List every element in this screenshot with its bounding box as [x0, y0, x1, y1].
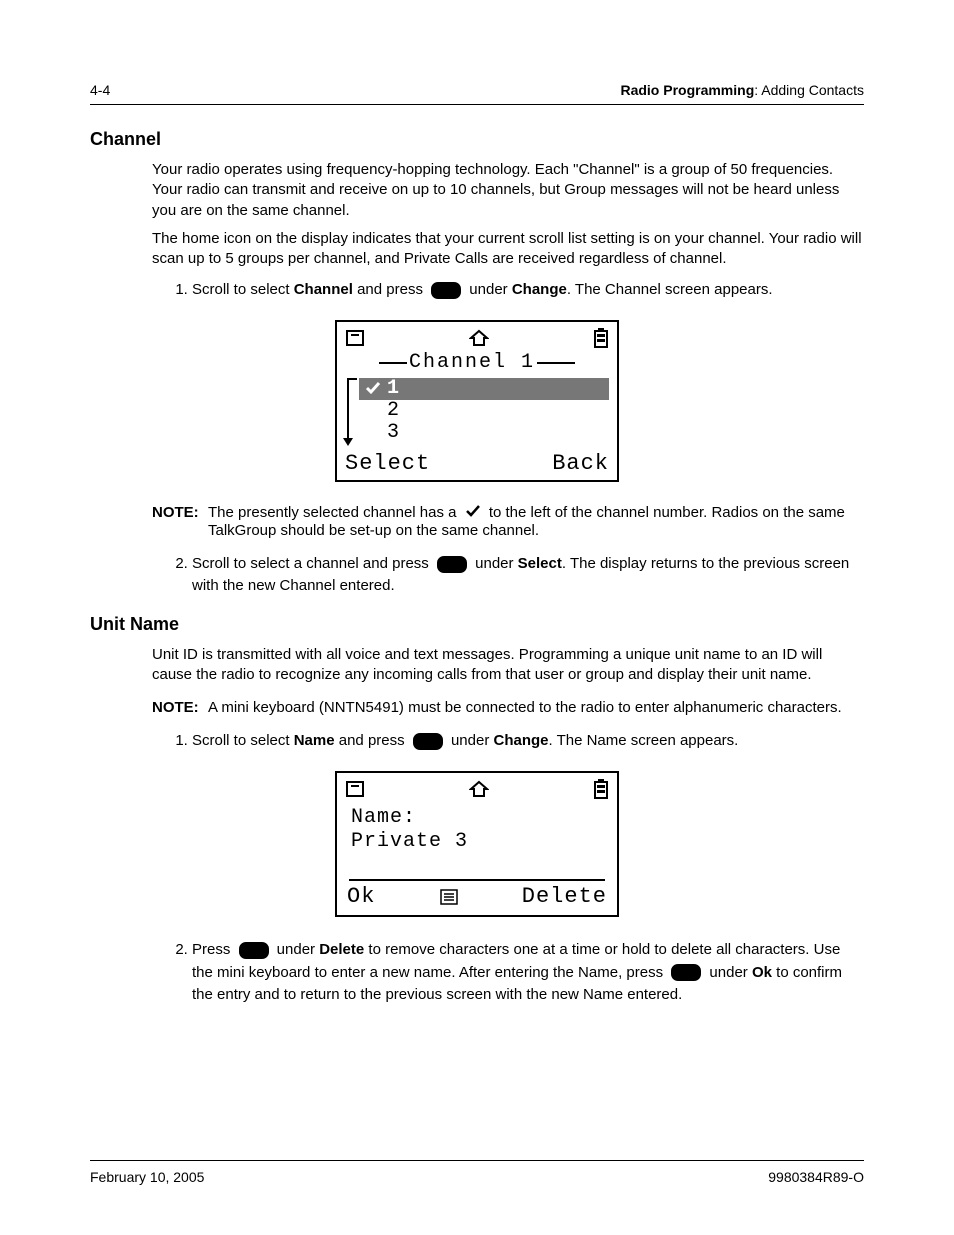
name-screen-label: Name: — [351, 807, 603, 829]
channel-step2: Scroll to select a channel and press und… — [192, 553, 864, 598]
channel-note: NOTE: The presently selected channel has… — [152, 504, 864, 539]
softkey-left: Select — [345, 452, 430, 476]
heading-unitname: Unit Name — [90, 614, 864, 635]
note-label: NOTE: — [152, 504, 208, 539]
footer-docnum: 9980384R89-O — [768, 1169, 864, 1185]
softkey-icon — [437, 556, 467, 573]
softkey-icon — [671, 964, 701, 981]
home-icon — [469, 780, 489, 798]
note-label: NOTE: — [152, 699, 208, 716]
list-item: 1 — [359, 378, 609, 400]
list-item: 3 — [359, 422, 609, 444]
check-icon — [465, 504, 481, 522]
unitname-note: NOTE: A mini keyboard (NNTN5491) must be… — [152, 699, 864, 716]
channel-screen-title: Channel 1 — [409, 352, 535, 374]
channel-screen: Channel 1 1 2 3 Select Back — [335, 320, 619, 482]
page-footer: February 10, 2005 9980384R89-O — [90, 1160, 864, 1185]
softkey-right: Delete — [522, 885, 607, 909]
name-screen: Name: Private 3 Ok Delete — [335, 771, 619, 917]
scroll-indicator-icon — [347, 378, 357, 444]
battery-icon — [593, 328, 609, 348]
name-screen-value: Private 3 — [351, 831, 603, 853]
page-number: 4-4 — [90, 82, 110, 98]
unitname-step2: Press under Delete to remove characters … — [192, 939, 864, 1007]
softkey-icon — [431, 282, 461, 299]
page-header: 4-4 Radio Programming: Adding Contacts — [90, 82, 864, 105]
softkey-icon — [413, 733, 443, 750]
header-section: Radio Programming: Adding Contacts — [620, 82, 864, 98]
menu-icon — [440, 889, 458, 905]
divider — [349, 879, 605, 881]
softkey-right: Back — [552, 452, 609, 476]
channel-step1: Scroll to select Channel and press under… — [192, 279, 864, 302]
list-item: 2 — [359, 400, 609, 422]
channel-para1: Your radio operates using frequency-hopp… — [152, 160, 864, 221]
header-section-bold: Radio Programming — [620, 82, 754, 98]
channel-para2: The home icon on the display indicates t… — [152, 229, 864, 270]
unitname-para1: Unit ID is transmitted with all voice an… — [152, 645, 864, 686]
antenna-icon — [345, 329, 365, 347]
battery-icon — [593, 779, 609, 799]
softkey-left: Ok — [347, 885, 375, 909]
antenna-icon — [345, 780, 365, 798]
unitname-step1: Scroll to select Name and press under Ch… — [192, 730, 864, 753]
heading-channel: Channel — [90, 129, 864, 150]
softkey-icon — [239, 942, 269, 959]
home-icon — [469, 329, 489, 347]
footer-date: February 10, 2005 — [90, 1169, 204, 1185]
header-section-rest: : Adding Contacts — [754, 82, 864, 98]
